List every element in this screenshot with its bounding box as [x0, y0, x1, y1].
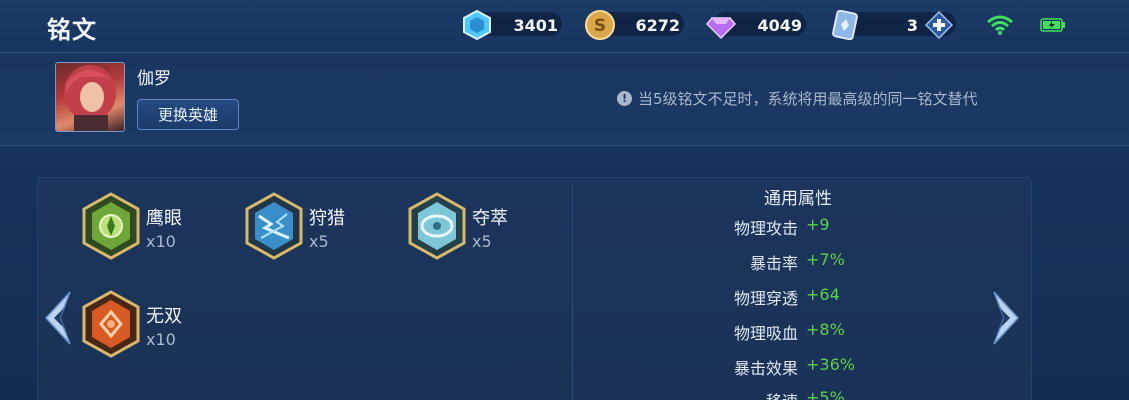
info-icon: !	[617, 91, 632, 106]
attribute-value: +36%	[806, 355, 855, 374]
rune-item-hunting[interactable]: 狩猎 x5	[243, 192, 433, 262]
attribute-value: +9	[806, 215, 830, 234]
attribute-value: +7%	[806, 250, 845, 269]
attribute-row: 暴击率 +7%	[600, 250, 940, 273]
rune-name: 无双	[146, 306, 182, 327]
attribute-row: 物理穿透 +64	[600, 285, 940, 308]
rune-item-peerless[interactable]: 无双 x10	[80, 290, 270, 360]
wifi-icon	[987, 15, 1013, 35]
attribute-label: 暴击效果	[733, 359, 798, 378]
rune-item-eagle-eye[interactable]: 鹰眼 x10	[80, 192, 270, 262]
svg-text:S: S	[594, 16, 606, 36]
ticket-count: 3	[906, 16, 918, 35]
diamond-count: 4049	[757, 16, 802, 35]
rune-name: 鹰眼	[146, 208, 182, 229]
rune-count: x10	[146, 330, 176, 349]
change-hero-button[interactable]: 更换英雄	[137, 99, 239, 130]
rune-name: 狩猎	[309, 208, 345, 229]
attribute-label: 物理吸血	[733, 324, 798, 343]
hero-portrait-icon	[64, 65, 116, 131]
crystal-count: 3401	[513, 16, 558, 35]
peerless-rune-icon	[82, 290, 140, 358]
rune-notice: ! 当5级铭文不足时，系统将用最高级的同一铭文替代	[617, 88, 978, 109]
attribute-label: 暴击率	[749, 254, 798, 273]
attribute-value: +8%	[806, 320, 845, 339]
diamond-icon	[706, 10, 736, 40]
attribute-value: +5%	[806, 388, 845, 400]
crystal-icon	[462, 10, 492, 40]
attribute-label: 移速	[766, 388, 798, 400]
attribute-value: +64	[806, 285, 840, 304]
attribute-label: 物理攻击	[733, 219, 798, 238]
hunting-rune-icon	[245, 192, 303, 260]
add-ticket-button[interactable]	[924, 10, 954, 40]
next-page-arrow-icon[interactable]	[990, 290, 1024, 346]
gold-coin-icon: S	[585, 10, 615, 40]
hero-name: 伽罗	[137, 69, 171, 89]
eagle-eye-rune-icon	[82, 192, 140, 260]
rune-count: x5	[309, 232, 329, 251]
gold-count: 6272	[635, 16, 680, 35]
plus-icon	[924, 10, 954, 40]
rune-item-plunder[interactable]: 夺萃 x5	[406, 192, 596, 262]
attribute-row: 物理攻击 +9	[600, 215, 940, 238]
notice-text: 当5级铭文不足时，系统将用最高级的同一铭文替代	[638, 90, 978, 108]
card-ticket-icon	[830, 10, 860, 40]
rune-count: x5	[472, 232, 492, 251]
prev-page-arrow-icon[interactable]	[40, 290, 74, 346]
attribute-row: 物理吸血 +8%	[600, 320, 940, 343]
rune-count: x10	[146, 232, 176, 251]
page-title: 铭文	[47, 16, 97, 44]
attribute-row: 移速 +5%	[600, 388, 940, 400]
attribute-row: 暴击效果 +36%	[600, 355, 940, 378]
plunder-rune-icon	[408, 192, 466, 260]
battery-icon	[1040, 18, 1065, 32]
attribute-label: 物理穿透	[733, 289, 798, 308]
rune-name: 夺萃	[472, 208, 508, 229]
attributes-title: 通用属性	[764, 189, 832, 209]
hero-avatar[interactable]	[55, 62, 125, 132]
top-bar	[0, 0, 1129, 53]
